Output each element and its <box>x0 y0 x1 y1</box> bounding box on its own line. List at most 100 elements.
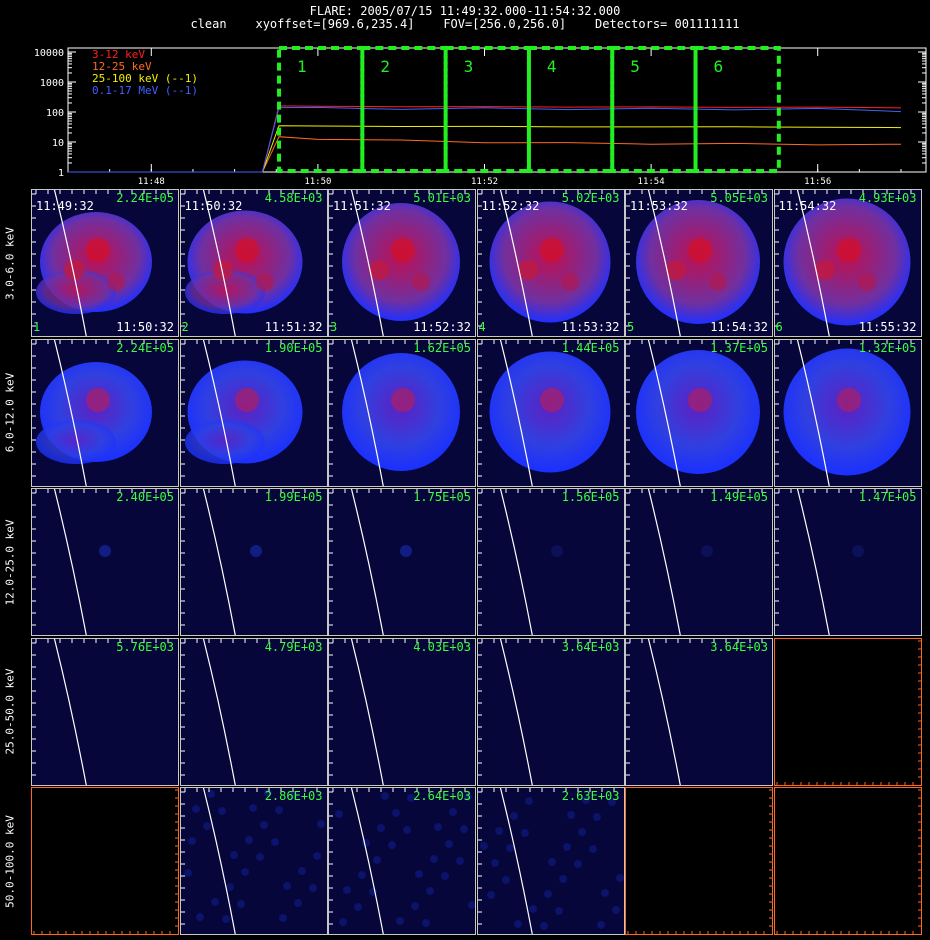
solar-limb-line <box>796 489 830 635</box>
noise-speckle <box>611 906 620 914</box>
bright-kernel <box>86 238 110 262</box>
noise-speckle <box>615 874 624 882</box>
bright-kernel <box>857 273 876 291</box>
panel-interval-index: 3 <box>330 320 338 334</box>
noise-speckle <box>558 875 567 883</box>
noise-speckle <box>592 813 601 821</box>
noise-speckle <box>509 812 518 820</box>
image-panel: 4.03E+03 <box>328 637 476 786</box>
noise-speckle <box>411 902 419 910</box>
noise-speckle <box>255 853 264 861</box>
bright-kernel <box>836 238 861 262</box>
image-panel: 1.56E+05 <box>476 488 625 636</box>
noise-speckle <box>441 872 449 880</box>
solar-limb-line <box>350 489 384 635</box>
x-tick-label: 11:56 <box>804 177 831 187</box>
panel-graphic <box>32 489 169 635</box>
faint-source <box>851 545 864 557</box>
panel-max-value: 2.64E+03 <box>413 789 471 803</box>
panel-max-value: 3.64E+03 <box>710 639 768 654</box>
panel-max-value: 1.75E+05 <box>413 490 471 504</box>
noise-speckle <box>244 836 253 844</box>
noise-speckle <box>195 913 204 921</box>
solar-limb-line <box>647 638 681 785</box>
y-tick-label: 10 <box>52 138 64 149</box>
noise-speckle <box>415 870 423 878</box>
panel-max-value: 5.01E+03 <box>413 191 471 205</box>
y-tick-label: 10000 <box>34 48 64 59</box>
bright-kernel <box>688 387 712 412</box>
noise-speckle <box>528 905 537 913</box>
noise-speckle <box>486 891 495 899</box>
panel-graphic <box>477 489 614 635</box>
noise-speckle <box>229 851 238 859</box>
panel-graphic <box>32 339 169 486</box>
panel-max-value: 1.62E+05 <box>413 340 471 355</box>
noise-speckle <box>358 871 366 879</box>
image-panel: 2.86E+03 <box>179 787 328 935</box>
panel-graphic <box>180 788 325 934</box>
panel-graphic <box>329 638 466 785</box>
image-panel: 1.99E+05 <box>179 488 328 636</box>
panel-graphic <box>32 638 169 785</box>
panel-end-time: 11:52:32 <box>413 320 471 334</box>
series-line-4 <box>68 106 902 173</box>
image-panel: 1.90E+05 <box>179 338 328 487</box>
noise-speckle <box>259 821 268 829</box>
noise-speckle <box>221 915 230 923</box>
noise-speckle <box>316 820 325 828</box>
image-panel: 3.64E+03 <box>625 637 773 786</box>
solar-limb-line <box>202 638 236 785</box>
noise-speckle <box>539 922 548 930</box>
noise-speckle <box>278 914 287 922</box>
legend-entry: 0.1-17 MeV (--1) <box>92 84 198 97</box>
empty-image-panel <box>625 787 773 935</box>
time-interval-box <box>277 46 365 173</box>
noise-speckle <box>456 857 464 865</box>
panel-interval-index: 2 <box>181 320 189 334</box>
panel-max-value: 1.49E+05 <box>710 490 768 504</box>
noise-speckle <box>282 882 291 890</box>
panel-graphic <box>626 339 763 486</box>
solar-limb-line <box>53 638 87 785</box>
noise-speckle <box>577 828 586 836</box>
panel-interval-index: 5 <box>627 320 635 334</box>
faint-source <box>550 545 563 557</box>
noise-speckle <box>187 837 196 845</box>
panel-start-time: 11:51:32 <box>333 199 391 213</box>
bright-kernel <box>234 238 259 262</box>
panel-interval-index: 4 <box>478 320 486 334</box>
noise-speckle <box>339 918 347 926</box>
noise-speckle <box>430 855 438 863</box>
image-panel: 2.24E+05 <box>31 338 179 487</box>
solar-limb-line <box>499 788 533 934</box>
bright-kernel <box>86 387 110 412</box>
noise-speckle <box>445 840 453 848</box>
panel-graphic <box>626 489 763 635</box>
bright-kernel <box>836 387 861 412</box>
image-panel: 1.37E+05 <box>625 338 773 487</box>
time-interval-box <box>443 46 531 173</box>
bright-kernel <box>560 273 579 291</box>
interval-label: 6 <box>714 57 724 76</box>
panel-graphic <box>477 339 614 486</box>
noise-speckle <box>543 890 552 898</box>
noise-speckle <box>210 898 219 906</box>
image-panel: 2.40E+05 <box>31 488 179 636</box>
image-panel: 1.44E+05 <box>476 338 625 487</box>
noise-speckle <box>248 804 257 812</box>
source-blob <box>636 200 760 324</box>
panel-end-time: 11:55:32 <box>858 320 917 334</box>
x-tick-label: 11:54 <box>638 177 665 187</box>
noise-speckle <box>422 919 430 927</box>
panel-max-value: 2.63E+03 <box>561 789 620 803</box>
noise-speckle <box>600 889 609 897</box>
panel-max-value: 4.03E+03 <box>413 639 471 654</box>
source-blob <box>783 198 910 326</box>
bright-kernel <box>539 238 564 262</box>
noise-speckle <box>501 876 510 884</box>
image-panel: 1.47E+05 <box>773 488 922 636</box>
panel-graphic <box>774 339 911 486</box>
image-panel: 5.01E+03 11:51:32 11:52:32 3 <box>328 189 476 337</box>
panel-graphic <box>329 339 466 486</box>
